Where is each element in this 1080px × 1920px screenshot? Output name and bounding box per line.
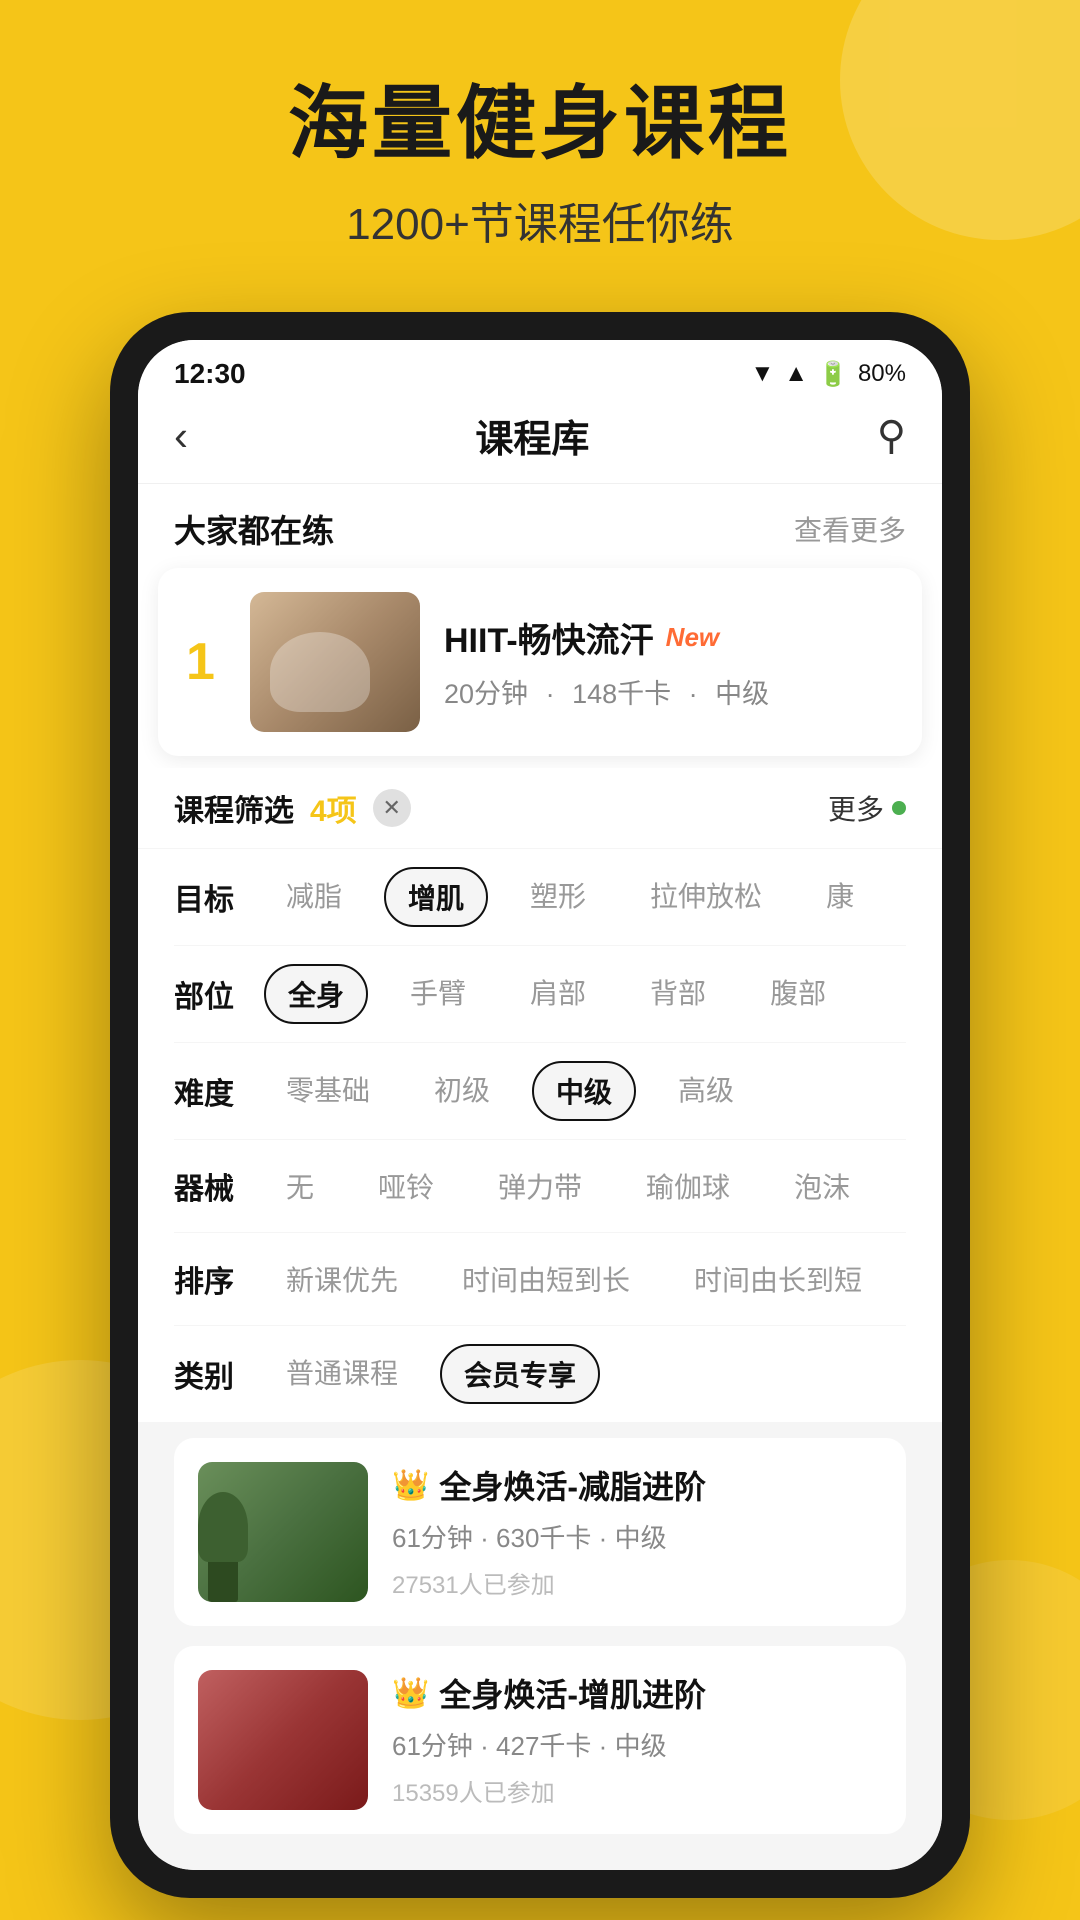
course-name-row-2: 👑 全身焕活-增肌进阶 (392, 1670, 882, 1716)
filter-row-goal: 目标 减脂 增肌 塑形 拉伸放松 康 (174, 849, 906, 946)
filter-tag-foam[interactable]: 泡沫 (772, 1158, 872, 1214)
course-item-2[interactable]: 👑 全身焕活-增肌进阶 61分钟 · 427千卡 · 中级 15359人已参加 (174, 1646, 906, 1834)
filter-tag-beginner0[interactable]: 零基础 (264, 1061, 392, 1121)
phone-mockup: 12:30 ▼ ▲ 🔋 80% ‹ 课程库 ⚲ 大家都在练 查看更多 1 (110, 312, 970, 1898)
filter-tag-muscle[interactable]: 增肌 (384, 867, 488, 927)
filter-tag-time-asc[interactable]: 时间由短到长 (440, 1251, 652, 1307)
featured-course-name: HIIT-畅快流汗 New (444, 613, 894, 662)
course-info-2: 👑 全身焕活-增肌进阶 61分钟 · 427千卡 · 中级 15359人已参加 (392, 1670, 882, 1810)
course-name-2: 全身焕活-增肌进阶 (439, 1670, 706, 1716)
phone-screen: 12:30 ▼ ▲ 🔋 80% ‹ 课程库 ⚲ 大家都在练 查看更多 1 (138, 340, 942, 1870)
status-bar: 12:30 ▼ ▲ 🔋 80% (138, 340, 942, 398)
filter-tag-vip[interactable]: 会员专享 (440, 1344, 600, 1404)
filter-count: 4项 (310, 786, 357, 830)
filter-tag-dumbbell[interactable]: 哑铃 (356, 1158, 456, 1214)
filter-tag-none[interactable]: 无 (264, 1158, 336, 1214)
filter-difficulty-label: 难度 (174, 1069, 264, 1113)
battery-icon: 🔋 (818, 360, 848, 389)
filter-difficulty-tags: 零基础 初级 中级 高级 (264, 1061, 906, 1121)
filter-tag-back[interactable]: 背部 (628, 964, 728, 1024)
nav-bar: ‹ 课程库 ⚲ (138, 398, 942, 484)
featured-thumbnail (250, 592, 420, 732)
filter-tag-band[interactable]: 弹力带 (476, 1158, 604, 1214)
course-name-row-1: 👑 全身焕活-减脂进阶 (392, 1462, 882, 1508)
filter-tag-intermediate[interactable]: 中级 (532, 1061, 636, 1121)
course-name-1: 全身焕活-减脂进阶 (439, 1462, 706, 1508)
filter-clear-button[interactable]: ✕ (373, 789, 411, 827)
filter-tag-losefat[interactable]: 减脂 (264, 867, 364, 927)
status-icons: ▼ ▲ 🔋 80% (751, 360, 906, 389)
filter-more-button[interactable]: 更多 (828, 788, 906, 828)
signal-icon: ▲ (784, 360, 808, 388)
course-participants-1: 27531人已参加 (392, 1565, 882, 1600)
filter-equipment-label: 器械 (174, 1164, 264, 1208)
filter-category-tags: 普通课程 会员专享 (264, 1344, 906, 1404)
filter-row-equipment: 器械 无 哑铃 弹力带 瑜伽球 泡沫 (174, 1140, 906, 1233)
popular-title: 大家都在练 (174, 506, 334, 552)
filter-tag-beginner[interactable]: 初级 (412, 1061, 512, 1121)
filter-tag-time-desc[interactable]: 时间由长到短 (672, 1251, 884, 1307)
course-participants-2: 15359人已参加 (392, 1773, 882, 1808)
course-meta-1: 61分钟 · 630千卡 · 中级 (392, 1518, 882, 1555)
crown-icon-2: 👑 (392, 1676, 429, 1711)
main-title: 海量健身课程 (0, 80, 1080, 168)
featured-course-card[interactable]: 1 HIIT-畅快流汗 New 20分钟 · 148千卡 · 中级 (158, 568, 922, 756)
crown-icon-1: 👑 (392, 1468, 429, 1503)
course-thumbnail-2 (198, 1670, 368, 1810)
featured-course-info: HIIT-畅快流汗 New 20分钟 · 148千卡 · 中级 (444, 613, 894, 711)
filter-sort-tags: 新课优先 时间由短到长 时间由长到短 (264, 1251, 906, 1307)
new-badge: New (666, 622, 719, 653)
filter-equipment-tags: 无 哑铃 弹力带 瑜伽球 泡沫 (264, 1158, 906, 1214)
course-meta-2: 61分钟 · 427千卡 · 中级 (392, 1726, 882, 1763)
filter-tag-fullbody[interactable]: 全身 (264, 964, 368, 1024)
filter-tag-advanced[interactable]: 高级 (656, 1061, 756, 1121)
filter-options: 目标 减脂 增肌 塑形 拉伸放松 康 部位 全身 手臂 肩部 背部 腹部 (138, 849, 942, 1422)
battery-text: 80% (858, 360, 906, 388)
filter-row-bodypart: 部位 全身 手臂 肩部 背部 腹部 (174, 946, 906, 1043)
filter-goal-label: 目标 (174, 875, 264, 919)
filter-category-label: 类别 (174, 1352, 264, 1396)
filter-tag-shape[interactable]: 塑形 (508, 867, 608, 927)
filter-left: 课程筛选 4项 ✕ (174, 786, 411, 830)
filter-tag-yogaball[interactable]: 瑜伽球 (624, 1158, 752, 1214)
course-info-1: 👑 全身焕活-减脂进阶 61分钟 · 630千卡 · 中级 27531人已参加 (392, 1462, 882, 1602)
filter-tag-stretch[interactable]: 拉伸放松 (628, 867, 784, 927)
course-thumbnail-1 (198, 1462, 368, 1602)
filter-label: 课程筛选 (174, 786, 294, 830)
filter-tag-normal[interactable]: 普通课程 (264, 1344, 420, 1404)
filter-goal-tags: 减脂 增肌 塑形 拉伸放松 康 (264, 867, 906, 927)
filter-tag-newest[interactable]: 新课优先 (264, 1251, 420, 1307)
status-time: 12:30 (174, 358, 246, 390)
filter-bodypart-tags: 全身 手臂 肩部 背部 腹部 (264, 964, 906, 1024)
popular-section-header: 大家都在练 查看更多 (138, 484, 942, 568)
filter-active-dot (892, 801, 906, 815)
course-item-1[interactable]: 👑 全身焕活-减脂进阶 61分钟 · 630千卡 · 中级 27531人已参加 (174, 1438, 906, 1626)
filter-row-sort: 排序 新课优先 时间由短到长 时间由长到短 (174, 1233, 906, 1326)
header-section: 海量健身课程 1200+节课程任你练 (0, 0, 1080, 252)
filter-row-category: 类别 普通课程 会员专享 (174, 1326, 906, 1422)
featured-course-meta: 20分钟 · 148千卡 · 中级 (444, 672, 894, 711)
page-title: 课程库 (475, 408, 589, 463)
filter-tag-arms[interactable]: 手臂 (388, 964, 488, 1024)
filter-row-difficulty: 难度 零基础 初级 中级 高级 (174, 1043, 906, 1140)
view-more-button[interactable]: 查看更多 (794, 509, 906, 549)
sub-title: 1200+节课程任你练 (0, 188, 1080, 252)
filter-bar: 课程筛选 4项 ✕ 更多 (138, 768, 942, 849)
search-button[interactable]: ⚲ (877, 413, 906, 459)
featured-thumbnail-image (250, 592, 420, 732)
filter-tag-abs[interactable]: 腹部 (748, 964, 848, 1024)
back-button[interactable]: ‹ (174, 412, 188, 460)
wifi-icon: ▼ (751, 360, 775, 388)
course-list: 👑 全身焕活-减脂进阶 61分钟 · 630千卡 · 中级 27531人已参加 (138, 1422, 942, 1870)
filter-tag-shoulders[interactable]: 肩部 (508, 964, 608, 1024)
filter-bodypart-label: 部位 (174, 972, 264, 1016)
filter-tag-rehab[interactable]: 康 (804, 867, 876, 927)
filter-sort-label: 排序 (174, 1257, 264, 1301)
rank-number: 1 (186, 632, 226, 692)
